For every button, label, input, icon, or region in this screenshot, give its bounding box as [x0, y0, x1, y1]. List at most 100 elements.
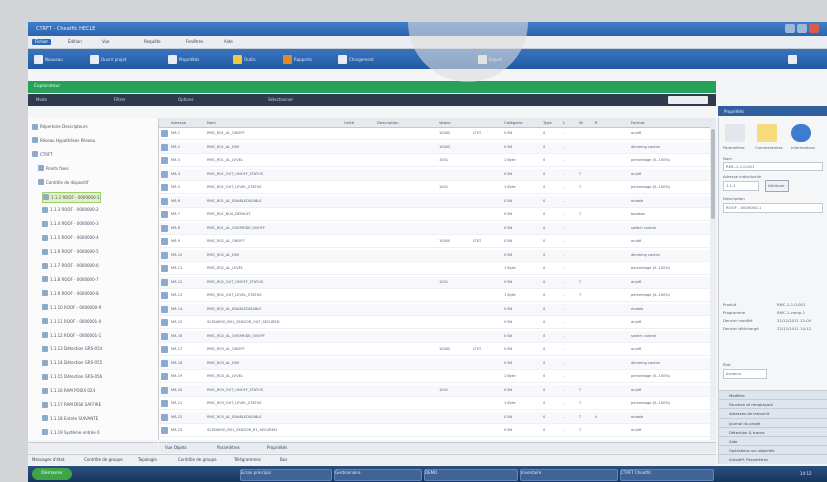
- table-row[interactable]: MĂ 1 RMC_R01_AL_ONOFF 10000 LT0T 0 Bit 0 - on/o…: [159, 128, 716, 140]
- menu-query[interactable]: Requête: [144, 39, 161, 45]
- table-row[interactable]: MĂ 18 RMC_R03_AL_DIM 0 Bit 0 - dimming contro…: [159, 357, 716, 370]
- status-tab[interactable]: Bus: [280, 457, 287, 463]
- column-header[interactable]: R: [595, 120, 598, 125]
- taskbar-app-button[interactable]: Inventaire: [520, 469, 618, 481]
- status-tab[interactable]: Messages d'état: [32, 457, 65, 463]
- toolbar-download-button[interactable]: Chargement: [338, 54, 374, 64]
- tree-item[interactable]: 1.1.9 ROOF - 0000000-8: [42, 289, 99, 298]
- info-icon[interactable]: [791, 124, 811, 142]
- description-field[interactable]: ROOF - 0000000-1: [723, 203, 823, 213]
- toolbar-new-button[interactable]: Nouveau: [34, 54, 63, 64]
- taskbar-app-button[interactable]: Gestionnaire: [334, 469, 422, 481]
- column-header[interactable]: Unité: [344, 120, 354, 125]
- tree-item[interactable]: Répertoire Descripteurs: [32, 122, 88, 131]
- table-row[interactable]: MĂ 5 RMC_R01_OUT_LEVEL_STATUS 1001 1 Byte 0 -…: [159, 182, 716, 194]
- tree-item[interactable]: 1.1.12 ROOF - 0000001-1: [42, 331, 101, 340]
- name-field[interactable]: RMC-1-1.0-001: [723, 162, 823, 171]
- table-row[interactable]: MĂ 23 SCENARIO_R01_SENSOR_R1_SECURED 0 Bit…: [159, 425, 716, 437]
- start-button[interactable]: Démarrer: [32, 468, 72, 480]
- toolbar-help-button[interactable]: [788, 54, 797, 64]
- status-tab[interactable]: Télégrammes: [234, 457, 261, 463]
- table-row[interactable]: MĂ 3 RMC_R01_AL_LEVEL 1001 1 Byte 0 - percenta…: [159, 155, 716, 167]
- table-row[interactable]: MĂ 21 RMC_R03_OUT_LEVEL_STATUS 1 Byte 0 - Tpe…: [159, 398, 716, 410]
- tree-item[interactable]: 1.1.3 ROOF - 0000000-2: [42, 205, 99, 214]
- menu-file[interactable]: Fichier: [32, 39, 52, 45]
- tree-search-bar[interactable]: [28, 442, 158, 453]
- column-header[interactable]: Type: [543, 120, 552, 125]
- tree-item[interactable]: 1.1.10 ROOF - 0000000-9: [42, 303, 101, 312]
- table-row[interactable]: MĂ 7 RMC_R01_BUS_DEFAULT 0 Bit 0 - Tboolean: [159, 209, 716, 221]
- tree-item[interactable]: 1.1.11 ROOF - 0000001-0: [42, 317, 101, 326]
- column-header[interactable]: Catégorie: [504, 120, 523, 125]
- tree-item[interactable]: 1.1.16 RAM POSIX 024: [42, 386, 95, 395]
- table-row[interactable]: MĂ 10 RMC_R02_AL_DIM 0 Bit 0 - dimming contro…: [159, 249, 716, 262]
- minimize-button[interactable]: [785, 24, 795, 33]
- column-header[interactable]: Adresse: [171, 120, 186, 125]
- tree-item[interactable]: Points fixes: [38, 164, 69, 173]
- tab-objects[interactable]: Vue Objets: [165, 445, 187, 451]
- settings-icon[interactable]: [725, 124, 745, 142]
- column-header[interactable]: Format: [631, 120, 644, 125]
- close-button[interactable]: [809, 24, 819, 33]
- taskbar-app-button[interactable]: DEMO: [424, 469, 518, 481]
- menu-view[interactable]: Vue: [102, 39, 109, 45]
- tree-item[interactable]: 1.1.13 Détection GRS-054: [42, 344, 102, 353]
- tree-item[interactable]: 1.1.19 Système entrée 0: [42, 428, 100, 437]
- tree-item[interactable]: 1.1.14 Détection GRS-055: [42, 358, 102, 367]
- taskbar-app-button[interactable]: Ecran principal: [240, 469, 332, 481]
- table-row[interactable]: MĂ 9 RMC_R02_AL_ONOFF 10000 LT0T 0 Bit 0 - on/o…: [159, 236, 716, 248]
- tree-item[interactable]: 1.1.17 RAM DISK SAFFIRE: [42, 400, 101, 409]
- tree-item[interactable]: 1.1.7 ROOF - 0000000-6: [42, 261, 99, 270]
- status-tab[interactable]: Contrôle de groupe: [84, 457, 123, 463]
- table-row[interactable]: MĂ 13 RMC_R02_OUT_LEVEL_STATUS 1 Byte 0 - Tpe…: [159, 290, 716, 302]
- table-row[interactable]: MĂ 22 RMC_R03_AL_ENABLEDISABLE 0 Bit 0 - T Ven…: [159, 411, 716, 424]
- tree-item[interactable]: 1.1.8 ROOF - 0000000-7: [42, 275, 99, 284]
- table-row[interactable]: MĂ 11 RMC_R02_AL_LEVEL 1 Byte 0 - percentage …: [159, 263, 716, 275]
- column-header[interactable]: W: [579, 120, 583, 125]
- column-header[interactable]: Description: [377, 120, 399, 125]
- tree-item[interactable]: 1.1.5 ROOF - 0000000-4: [42, 233, 99, 242]
- props-tab-params[interactable]: Paramètres: [723, 145, 745, 150]
- status-tab[interactable]: Topologie: [138, 457, 157, 463]
- menu-help[interactable]: Aide: [224, 39, 233, 45]
- tab-parameters[interactable]: Paramètres: [217, 445, 240, 451]
- assign-button[interactable]: Attribuer: [765, 180, 789, 192]
- toolbar-tools-button[interactable]: Outils: [233, 54, 256, 64]
- toolbar-reports-button[interactable]: Rapports: [283, 54, 312, 64]
- tree-item[interactable]: Réseau Hypothèses Réseau: [32, 136, 95, 145]
- tree-item[interactable]: 1.1.2 ROOF - 0000000-1: [42, 191, 101, 203]
- table-row[interactable]: MĂ 6 RMC_R01_AL_ENABLEDISABLE 0 Bit 0 - enabl…: [159, 195, 716, 208]
- tab-properties[interactable]: Propriétés: [267, 445, 287, 451]
- table-row[interactable]: MĂ 17 RMC_R03_AL_ONOFF 10000 LT0T 0 Bit 0 - on/…: [159, 344, 716, 356]
- tree-item[interactable]: 1.1.18 Entrée SUIVANTE: [42, 414, 98, 423]
- menu-windows[interactable]: Fenêtres: [186, 39, 203, 45]
- table-row[interactable]: MĂ 12 RMC_R02_OUT_ONOFF_STATUS 1001 0 Bit 0 -…: [159, 276, 716, 289]
- menu-edit[interactable]: Édition: [68, 39, 82, 45]
- column-header[interactable]: Nom: [207, 120, 216, 125]
- grid-vertical-scrollbar[interactable]: [710, 127, 716, 440]
- toolbar-open-button[interactable]: Ouvrir projet: [90, 54, 126, 64]
- accordion-item[interactable]: Autodiff. Paramètres: [719, 454, 827, 465]
- sub-toolbar-mode[interactable]: Mode: [36, 97, 47, 102]
- props-tab-info[interactable]: Informations: [791, 145, 815, 150]
- tree-item[interactable]: 1.1.15 Détection GRS-056: [42, 372, 102, 381]
- tree-item[interactable]: 1.1.4 ROOF - 0000000-3: [42, 219, 99, 228]
- grid-search-input[interactable]: [668, 96, 708, 104]
- table-row[interactable]: MĂ 8 RMC_R01_AL_OVERRIDE_ONOFF 0 Bit 0 - swit…: [159, 222, 716, 235]
- scrollbar-thumb[interactable]: [711, 129, 715, 219]
- tree-item[interactable]: Contrôle de dispositif: [38, 178, 88, 187]
- state-select[interactable]: Inconnu: [723, 369, 767, 379]
- status-tab[interactable]: Contrôle de groupe: [178, 457, 217, 463]
- comment-icon[interactable]: [757, 124, 777, 142]
- address-field[interactable]: 1.1.1: [723, 181, 759, 191]
- sub-toolbar-filter[interactable]: Filtrer: [114, 97, 125, 102]
- props-tab-comments[interactable]: Commentaires: [755, 145, 783, 150]
- column-header[interactable]: Valeur: [439, 120, 451, 125]
- tree-item[interactable]: 1.1.6 ROOF - 0000000-5: [42, 247, 99, 256]
- table-row[interactable]: MĂ 19 RMC_R03_AL_LEVEL 1 Byte 0 - percentage …: [159, 371, 716, 383]
- table-row[interactable]: MĂ 20 RMC_R03_OUT_ONOFF_STATUS 1001 0 Bit 0 -…: [159, 384, 716, 397]
- taskbar-app-button[interactable]: CTRFT Cheatfic: [620, 469, 714, 481]
- table-row[interactable]: MĂ 16 RMC_R02_AL_OVERRIDE_ONOFF 0 Bit 0 - swi…: [159, 330, 716, 343]
- table-row[interactable]: MĂ 4 RMC_R01_OUT_ONOFF_STATUS 0 Bit 0 - Ton/o…: [159, 168, 716, 181]
- column-header[interactable]: L: [563, 120, 565, 125]
